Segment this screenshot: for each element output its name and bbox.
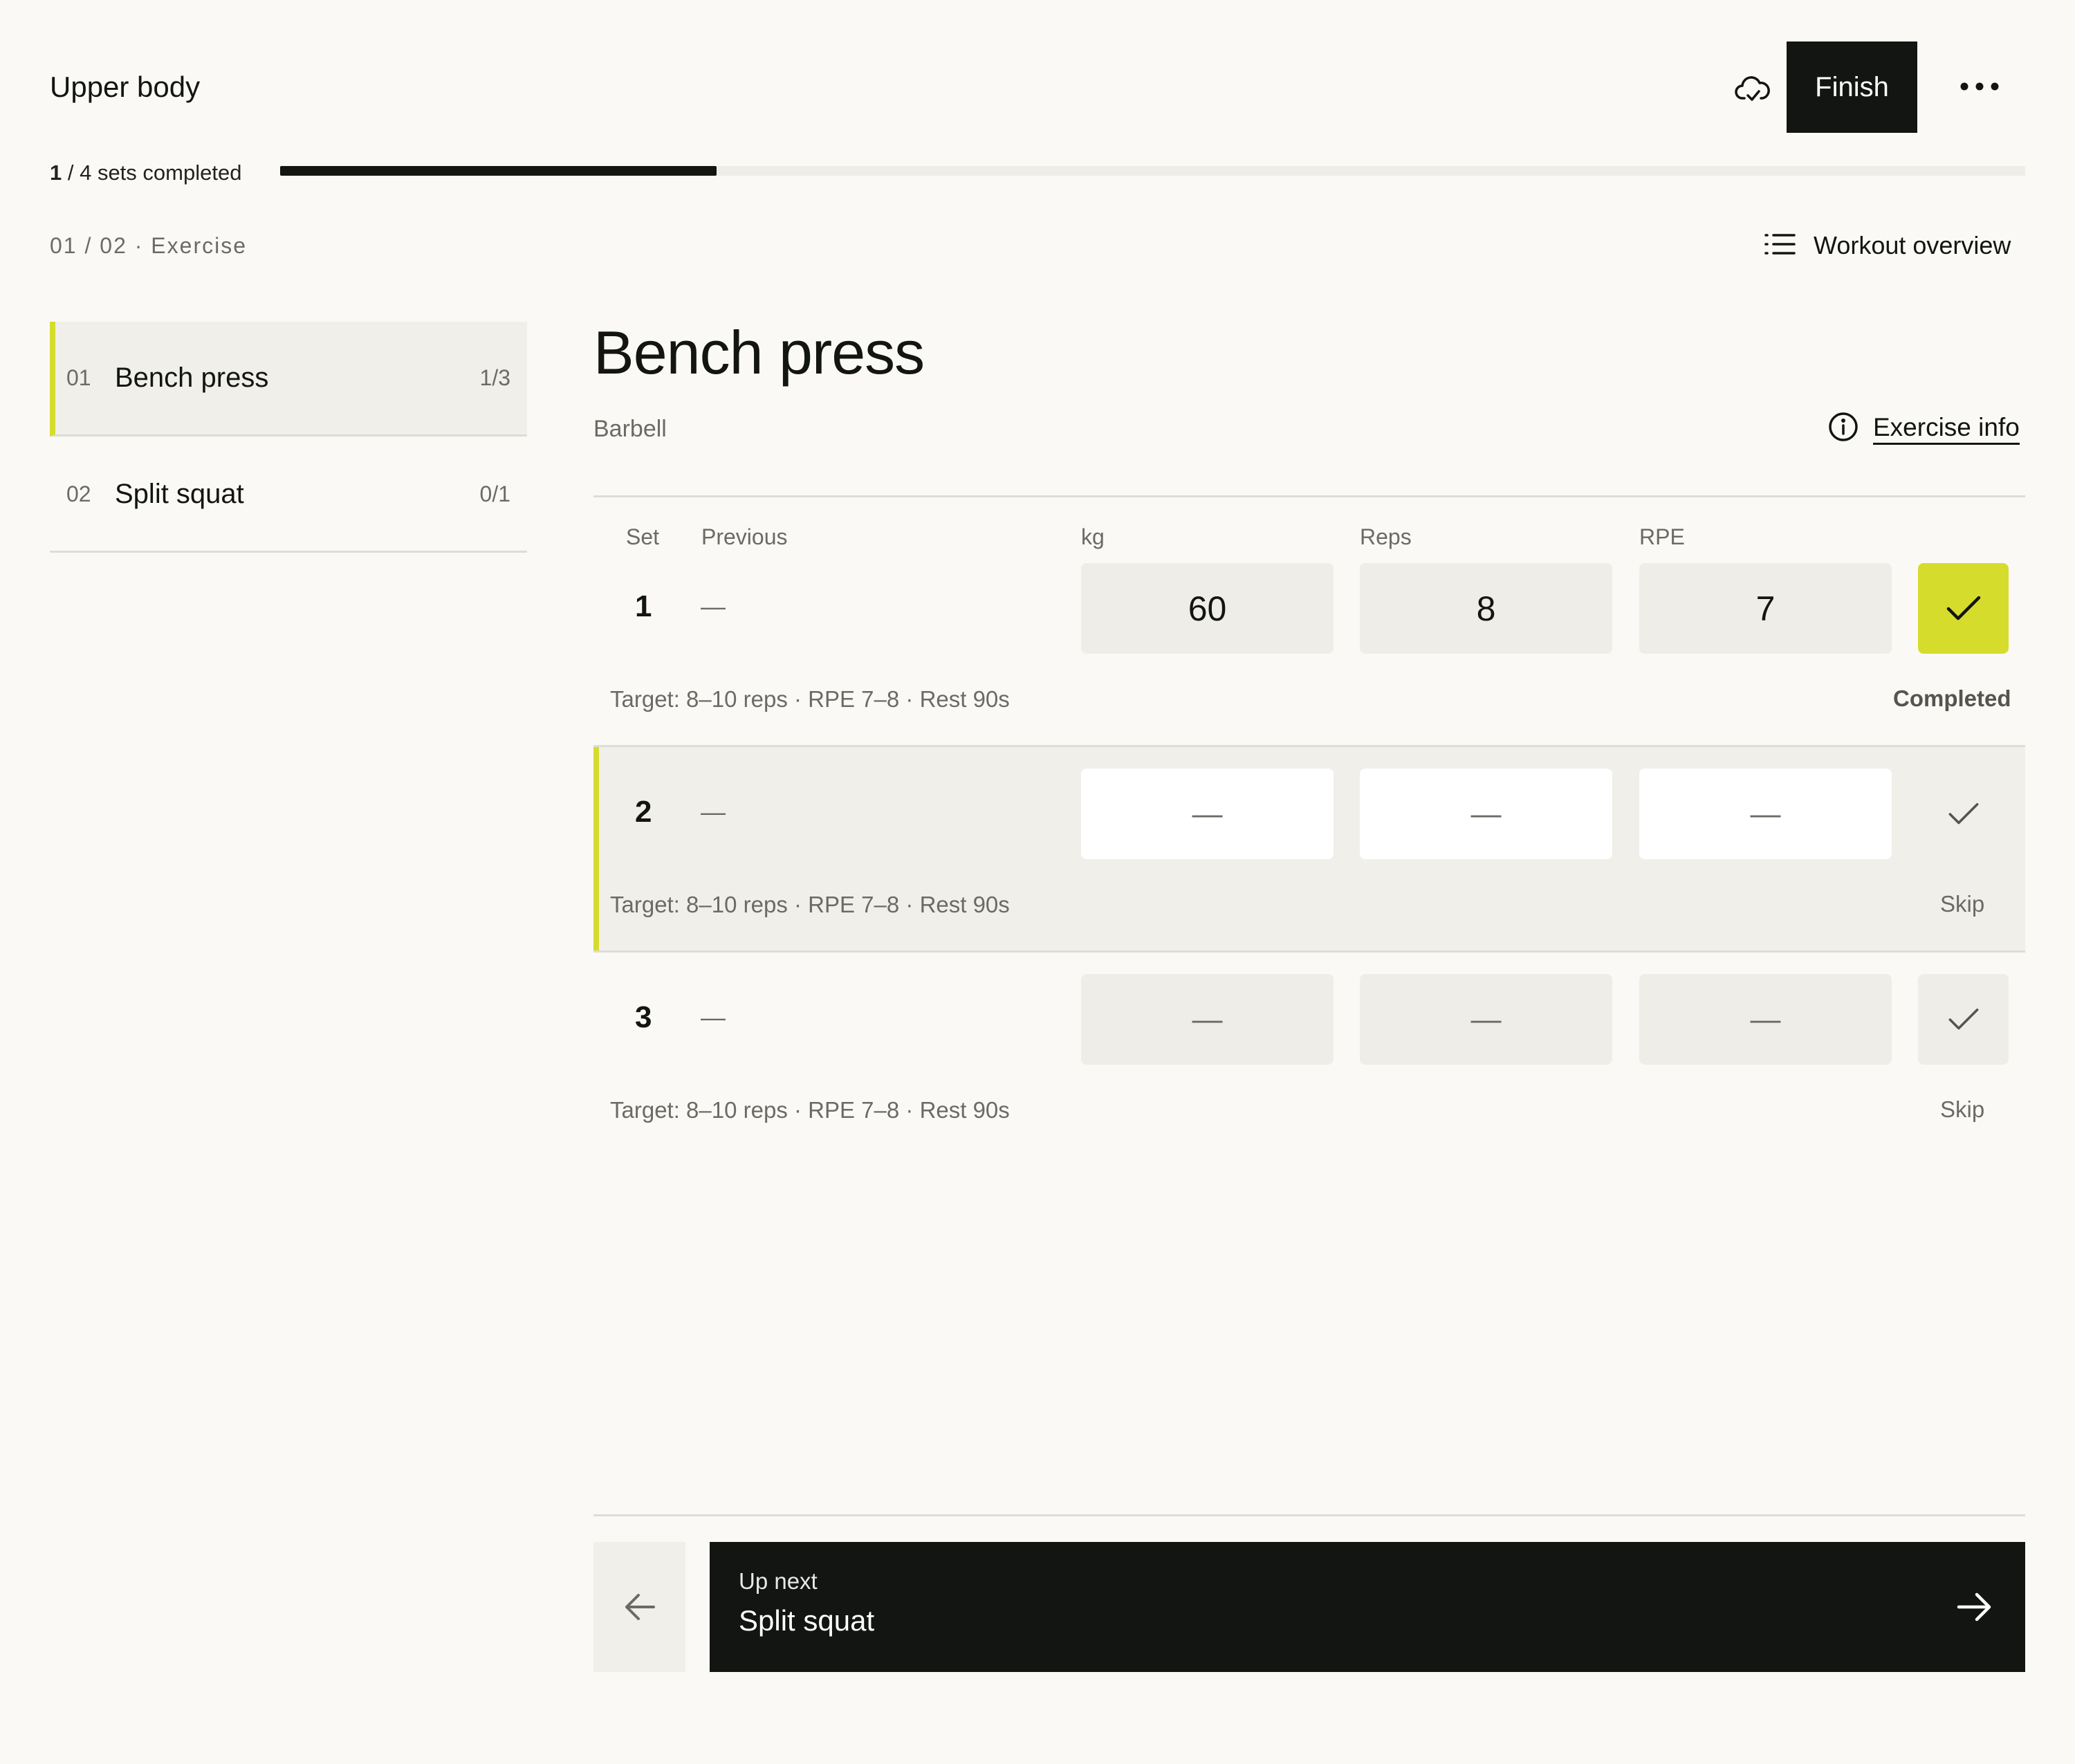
rpe-input[interactable]: — (1639, 769, 1892, 859)
set-number: 1 (635, 589, 652, 623)
workout-title: Upper body (50, 71, 201, 103)
info-icon (1827, 411, 1859, 446)
previous-value: — (701, 798, 726, 826)
progress-bar-fill (280, 166, 717, 176)
rpe-placeholder: — (1750, 1002, 1781, 1036)
complete-set-button[interactable] (1918, 563, 2009, 654)
reps-placeholder: — (1470, 796, 1502, 831)
kg-placeholder: — (1192, 1002, 1223, 1036)
skip-set-button[interactable]: Skip (1940, 891, 1984, 917)
set-target: Target: 8–10 reps · RPE 7–8 · Rest 90s (610, 686, 1010, 712)
complete-set-button[interactable] (1918, 974, 2009, 1065)
finish-button[interactable]: Finish (1787, 42, 1917, 133)
divider (593, 950, 2025, 953)
set-number: 2 (635, 795, 652, 829)
sidebar-item-number: 02 (66, 481, 91, 506)
previous-value: — (701, 1003, 726, 1031)
arrow-left-icon (625, 1594, 655, 1620)
rpe-input[interactable]: 7 (1639, 563, 1892, 654)
sidebar-item-count: 1/3 (479, 365, 510, 390)
cloud-sync-icon[interactable] (1735, 72, 1771, 105)
exercise-breadcrumb: 01 / 02 · Exercise (50, 233, 247, 258)
check-icon (1948, 1008, 1978, 1029)
up-next-button[interactable]: Up next Split squat (710, 1542, 2025, 1672)
reps-input[interactable]: 8 (1360, 563, 1612, 654)
up-next-exercise-name: Split squat (739, 1604, 875, 1637)
set-target: Target: 8–10 reps · RPE 7–8 · Rest 90s (610, 892, 1010, 917)
more-options-icon[interactable] (1959, 69, 2000, 104)
kg-input[interactable]: — (1081, 769, 1334, 859)
kg-input[interactable]: 60 (1081, 563, 1334, 654)
set-number: 3 (635, 1000, 652, 1034)
progress-completed-count: 1 (50, 160, 62, 185)
workout-overview-label: Workout overview (1814, 231, 2011, 259)
sidebar-item-count: 0/1 (479, 481, 510, 506)
sidebar-item-name: Split squat (115, 479, 244, 509)
list-icon (1764, 232, 1796, 259)
sidebar-item-bench-press[interactable]: 01 Bench press 1/3 (50, 322, 527, 437)
divider (593, 1514, 2025, 1516)
column-header-previous: Previous (701, 524, 788, 549)
exercise-title: Bench press (593, 318, 925, 387)
kg-placeholder: — (1192, 796, 1223, 831)
up-next-label: Up next (739, 1568, 818, 1594)
rpe-input[interactable]: — (1639, 974, 1892, 1065)
exercise-equipment: Barbell (593, 416, 667, 442)
column-header-set: Set (626, 524, 660, 549)
progress-bar (280, 166, 2025, 176)
sidebar-item-split-squat[interactable]: 02 Split squat 0/1 (50, 438, 527, 553)
exercise-info-link[interactable]: Exercise info (1827, 411, 2020, 446)
progress-label: 1 / 4 sets completed (50, 159, 241, 187)
previous-value: — (701, 592, 726, 621)
check-icon (1946, 596, 1980, 620)
reps-input[interactable]: — (1360, 974, 1612, 1065)
complete-set-button[interactable] (1918, 769, 2009, 859)
exercise-info-label: Exercise info (1873, 412, 2020, 445)
check-icon (1948, 802, 1978, 824)
column-header-kg: kg (1081, 524, 1105, 549)
set-status: Completed (1893, 686, 2011, 711)
column-header-reps: Reps (1360, 524, 1412, 549)
divider (593, 495, 2025, 497)
reps-input[interactable]: — (1360, 769, 1612, 859)
workout-overview-button[interactable]: Workout overview (1764, 228, 2011, 263)
skip-set-button[interactable]: Skip (1940, 1096, 1984, 1123)
previous-exercise-button[interactable] (593, 1542, 685, 1672)
rpe-placeholder: — (1750, 796, 1781, 831)
sidebar-item-number: 01 (66, 365, 91, 390)
arrow-right-icon (1957, 1592, 1991, 1621)
sidebar-item-name: Bench press (115, 362, 269, 393)
column-header-rpe: RPE (1639, 524, 1685, 549)
kg-input[interactable]: — (1081, 974, 1334, 1065)
set-target: Target: 8–10 reps · RPE 7–8 · Rest 90s (610, 1097, 1010, 1123)
reps-placeholder: — (1470, 1002, 1502, 1036)
progress-total-text: / 4 sets completed (62, 160, 242, 185)
